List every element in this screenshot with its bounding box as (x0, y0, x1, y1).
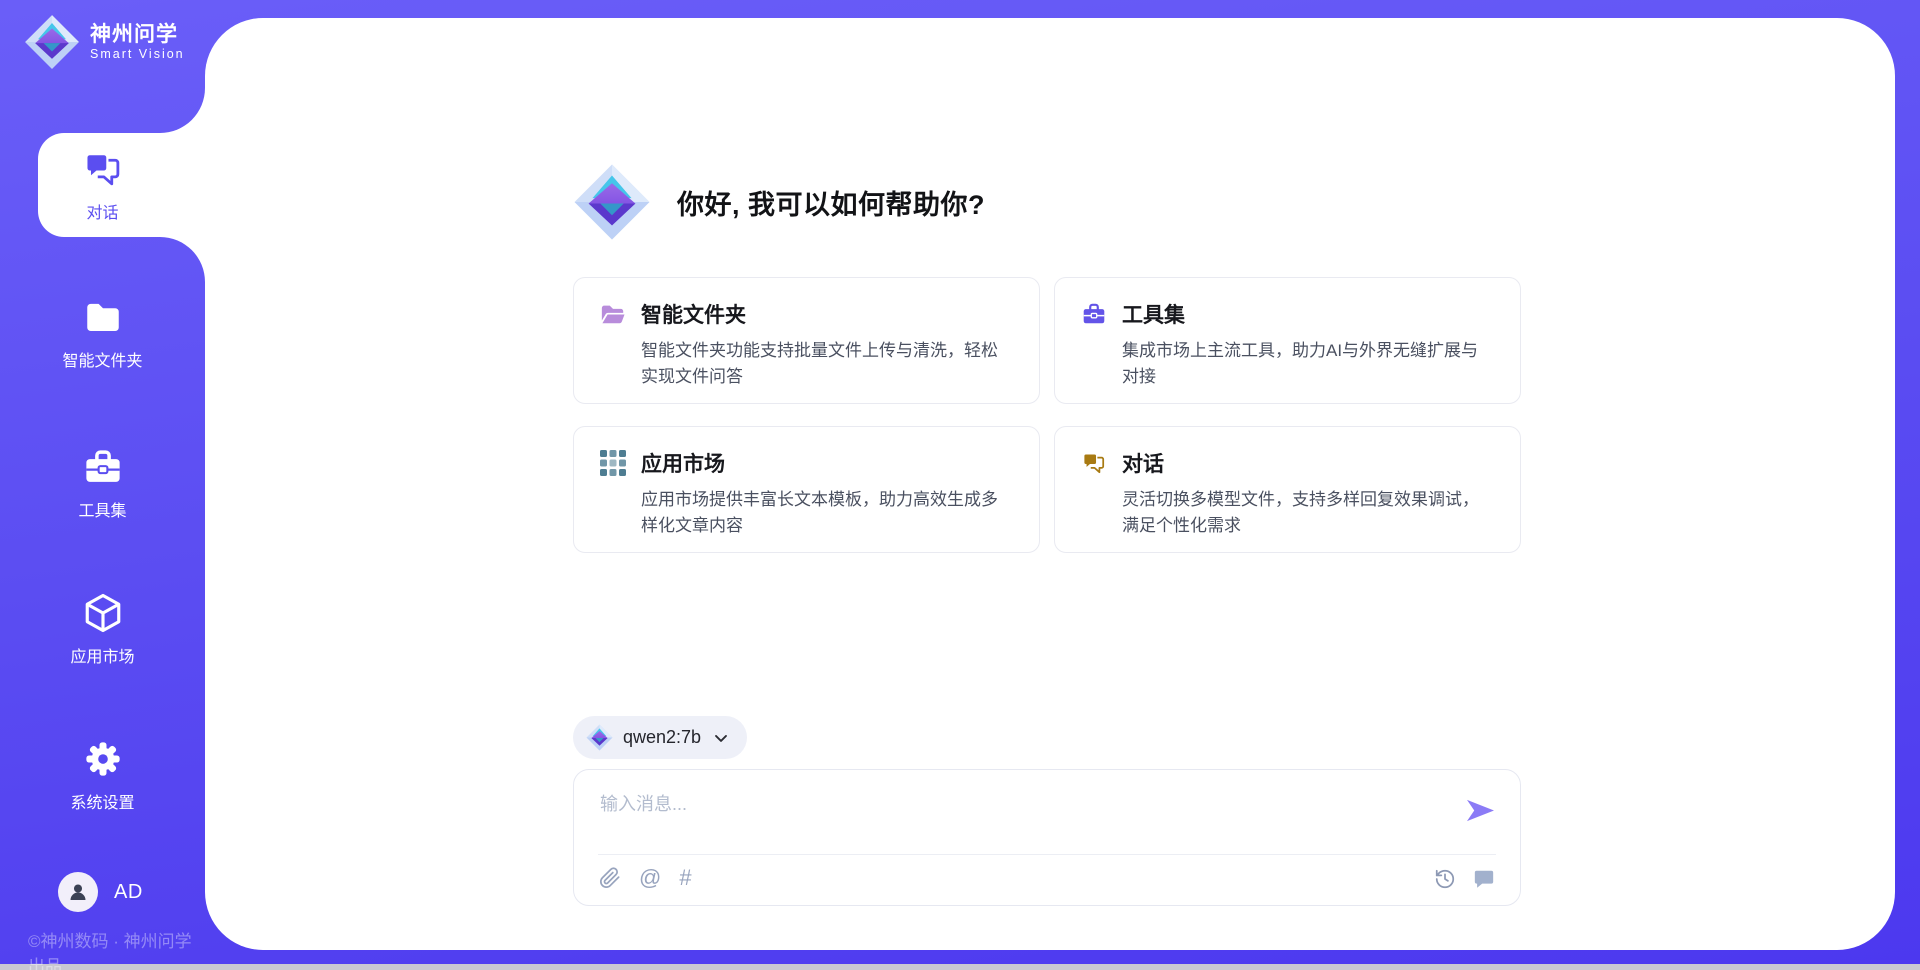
paperclip-icon[interactable] (599, 867, 621, 889)
sidebar-item-label: 工具集 (78, 497, 126, 521)
person-icon (66, 880, 90, 904)
greeting-gem-icon (573, 160, 651, 244)
card-title: 对话 (1122, 448, 1164, 478)
app-window: 神州问学 Smart Vision 对话 智能文件夹 (0, 0, 1920, 970)
model-gem-icon (586, 724, 613, 751)
feedback-chat-icon[interactable] (1473, 868, 1495, 890)
sidebar-item-toolkit[interactable]: 工具集 (0, 446, 205, 521)
card-chat[interactable]: 对话 灵活切换多模型文件，支持多样回复效果调试，满足个性化需求 (1054, 426, 1521, 553)
feature-cards: 智能文件夹 智能文件夹功能支持批量文件上传与清洗，轻松实现文件问答 工具集 集成… (573, 277, 1521, 553)
chat-bubbles-icon (82, 148, 124, 190)
send-icon[interactable] (1465, 797, 1496, 824)
card-title: 智能文件夹 (641, 299, 746, 329)
app-subtitle: Smart Vision (90, 47, 185, 61)
sidebar-item-label: 系统设置 (70, 789, 134, 813)
message-input[interactable] (600, 790, 1460, 846)
sidebar-item-label: 应用市场 (70, 643, 134, 667)
hashtag-icon[interactable]: # (679, 867, 691, 889)
model-selector[interactable]: qwen2:7b (573, 716, 747, 759)
card-description: 应用市场提供丰富长文本模板，助力高效生成多样化文章内容 (641, 487, 1013, 540)
card-description: 灵活切换多模型文件，支持多样回复效果调试，满足个性化需求 (1122, 487, 1494, 540)
sidebar-item-settings[interactable]: 系统设置 (0, 738, 205, 813)
greeting-row: 你好, 我可以如何帮助你? (573, 160, 985, 244)
grid-icon (600, 450, 626, 476)
folder-icon (82, 296, 124, 338)
card-smart-folder[interactable]: 智能文件夹 智能文件夹功能支持批量文件上传与清洗，轻松实现文件问答 (573, 277, 1040, 404)
card-title: 应用市场 (641, 448, 725, 478)
message-composer: @ # (573, 769, 1521, 906)
briefcase-icon (1081, 301, 1107, 327)
sidebar-item-app-market[interactable]: 应用市场 (0, 592, 205, 667)
card-title: 工具集 (1122, 299, 1185, 329)
sidebar: 神州问学 Smart Vision 对话 智能文件夹 (0, 0, 205, 964)
card-app-market[interactable]: 应用市场 应用市场提供丰富长文本模板，助力高效生成多样化文章内容 (573, 426, 1040, 553)
sidebar-item-smart-folder[interactable]: 智能文件夹 (0, 296, 205, 371)
app-title: 神州问学 (90, 23, 185, 47)
folder-open-icon (600, 301, 626, 327)
sidebar-item-chat[interactable]: 对话 (0, 148, 205, 223)
brand-logo: 神州问学 Smart Vision (24, 14, 185, 70)
user-profile[interactable]: AD (58, 872, 143, 912)
sidebar-item-label: 智能文件夹 (62, 347, 142, 371)
chevron-down-icon (711, 728, 731, 748)
gear-icon (82, 738, 124, 780)
cube-icon (82, 592, 124, 634)
card-description: 集成市场上主流工具，助力AI与外界无缝扩展与对接 (1122, 338, 1494, 391)
briefcase-icon (82, 446, 124, 488)
history-icon[interactable] (1434, 868, 1456, 890)
greeting-text: 你好, 我可以如何帮助你? (677, 183, 985, 222)
avatar (58, 872, 98, 912)
sidebar-item-label: 对话 (86, 199, 118, 223)
card-description: 智能文件夹功能支持批量文件上传与清洗，轻松实现文件问答 (641, 338, 1013, 391)
model-name: qwen2:7b (623, 727, 701, 748)
card-toolkit[interactable]: 工具集 集成市场上主流工具，助力AI与外界无缝扩展与对接 (1054, 277, 1521, 404)
brand-gem-icon (24, 14, 80, 70)
user-initials: AD (114, 881, 143, 904)
mention-icon[interactable]: @ (639, 867, 661, 889)
chat-bubbles-icon (1081, 450, 1107, 476)
copyright-footer: ©神州数码 · 神州问学出品 (28, 927, 205, 970)
window-bottom-edge (0, 964, 1920, 970)
composer-divider (598, 854, 1496, 855)
